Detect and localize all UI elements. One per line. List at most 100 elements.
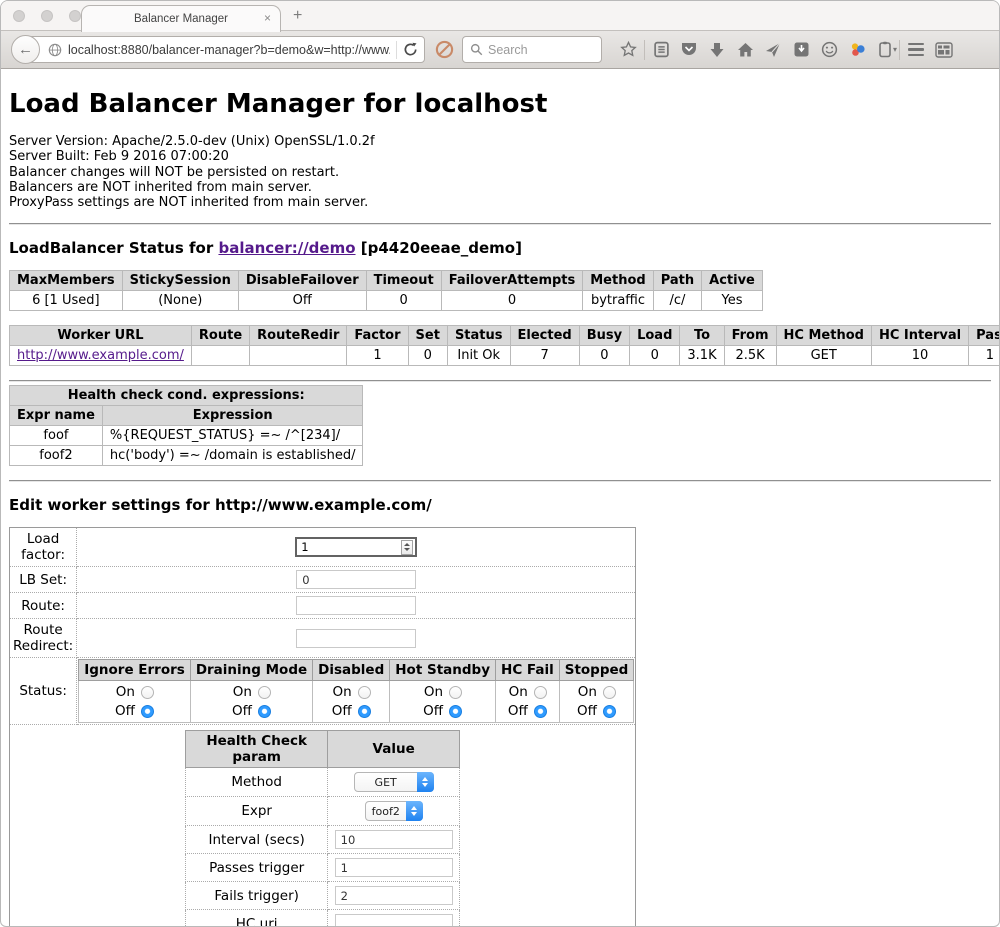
edit-worker-heading: Edit worker settings for http://www.exam… bbox=[9, 496, 991, 514]
hc-uri-input[interactable] bbox=[335, 914, 453, 927]
col-disablefailover: DisableFailover bbox=[238, 271, 366, 291]
caret-down-icon[interactable]: ▾ bbox=[893, 45, 897, 54]
expr-select[interactable]: foof2 bbox=[365, 801, 423, 821]
star-icon[interactable] bbox=[614, 36, 642, 64]
stopped-off-radio[interactable] bbox=[603, 705, 616, 718]
draining-mode-on-radio[interactable] bbox=[258, 686, 271, 699]
edit-worker-form: Load factor: 1 LB Set: Route: bbox=[9, 527, 636, 927]
cell-set: 0 bbox=[408, 346, 447, 366]
reload-icon[interactable] bbox=[403, 42, 418, 57]
passes-input[interactable] bbox=[335, 858, 453, 877]
reading-list-icon[interactable] bbox=[647, 36, 675, 64]
tiles-icon[interactable] bbox=[930, 36, 958, 64]
draining-mode-off-radio[interactable] bbox=[258, 705, 271, 718]
hc-expressions-table: Health check cond. expressions: Expr nam… bbox=[9, 385, 363, 466]
tab-balancer-manager[interactable]: Balancer Manager × bbox=[81, 5, 281, 32]
col-ignore-errors: Ignore Errors bbox=[79, 660, 191, 681]
worker-url-link[interactable]: http://www.example.com/ bbox=[17, 348, 184, 363]
save-icon[interactable] bbox=[787, 36, 815, 64]
back-button[interactable]: ← bbox=[11, 35, 40, 64]
cell-elected: 7 bbox=[510, 346, 579, 366]
col-path: Path bbox=[653, 271, 701, 291]
close-window-button[interactable] bbox=[13, 10, 25, 22]
lb-set-input[interactable] bbox=[296, 570, 416, 589]
hot-standby-off-radio[interactable] bbox=[449, 705, 462, 718]
smiley-icon[interactable] bbox=[815, 36, 843, 64]
col-hc-value: Value bbox=[328, 731, 460, 768]
col-hot-standby: Hot Standby bbox=[390, 660, 496, 681]
load-factor-label: Load factor: bbox=[10, 528, 77, 567]
method-select[interactable]: GET bbox=[354, 772, 434, 792]
hot-standby-on-radio[interactable] bbox=[449, 686, 462, 699]
col-hc-method: HC Method bbox=[776, 326, 871, 346]
hc-row-passes: Passes trigger bbox=[186, 854, 460, 882]
home-icon[interactable] bbox=[731, 36, 759, 64]
off-label: Off bbox=[423, 703, 443, 719]
col-elected: Elected bbox=[510, 326, 579, 346]
send-icon[interactable] bbox=[759, 36, 787, 64]
window-controls bbox=[13, 10, 81, 22]
route-redirect-input[interactable] bbox=[296, 629, 416, 648]
menu-icon[interactable] bbox=[902, 36, 930, 64]
hc-row-method: Method GET bbox=[186, 768, 460, 797]
status-header-row: Ignore Errors Draining Mode Disabled Hot… bbox=[79, 660, 634, 681]
cell-method: bytraffic bbox=[583, 291, 653, 311]
cell-expr-name: foof2 bbox=[10, 446, 103, 466]
tab-close-icon[interactable]: × bbox=[264, 11, 271, 25]
minimize-window-button[interactable] bbox=[41, 10, 53, 22]
disabled-on-radio[interactable] bbox=[358, 686, 371, 699]
number-spinner-icon[interactable] bbox=[401, 540, 413, 555]
col-routeredir: RouteRedir bbox=[250, 326, 347, 346]
cell-from: 2.5K bbox=[724, 346, 776, 366]
col-load: Load bbox=[630, 326, 680, 346]
col-route: Route bbox=[191, 326, 249, 346]
hc-params-table: Health Check param Value Method GET bbox=[185, 730, 460, 927]
on-label: On bbox=[578, 684, 597, 700]
hc-fail-off-radio[interactable] bbox=[534, 705, 547, 718]
disabled-off-radio[interactable] bbox=[358, 705, 371, 718]
off-label: Off bbox=[115, 703, 135, 719]
zoom-window-button[interactable] bbox=[69, 10, 81, 22]
load-factor-input[interactable]: 1 bbox=[295, 537, 417, 557]
proxypass-note-line: ProxyPass settings are NOT inherited fro… bbox=[9, 195, 991, 210]
ignore-errors-off-radio[interactable] bbox=[141, 705, 154, 718]
hc-row-uri: HC uri bbox=[186, 910, 460, 927]
col-method: Method bbox=[583, 271, 653, 291]
col-timeout: Timeout bbox=[366, 271, 441, 291]
balancer-heading-prefix: LoadBalancer Status for bbox=[9, 239, 218, 257]
hc-uri-label: HC uri bbox=[186, 910, 328, 927]
url-divider bbox=[396, 41, 397, 59]
table-header-row: MaxMembers StickySession DisableFailover… bbox=[10, 271, 763, 291]
balancer-link[interactable]: balancer://demo bbox=[218, 239, 355, 257]
download-icon[interactable] bbox=[703, 36, 731, 64]
url-bar[interactable]: localhost:8880/balancer-manager?b=demo&w… bbox=[25, 36, 425, 63]
pocket-icon[interactable] bbox=[675, 36, 703, 64]
search-input[interactable] bbox=[488, 43, 588, 57]
passes-label: Passes trigger bbox=[186, 854, 328, 882]
cell-to: 3.1K bbox=[680, 346, 724, 366]
worker-table: Worker URL Route RouteRedir Factor Set S… bbox=[9, 325, 1000, 366]
hc-fail-on-radio[interactable] bbox=[534, 686, 547, 699]
url-text[interactable]: localhost:8880/balancer-manager?b=demo&w… bbox=[68, 43, 390, 57]
toolbar-divider bbox=[899, 40, 900, 60]
col-passes: Passes bbox=[969, 326, 1000, 346]
on-label: On bbox=[233, 684, 252, 700]
fails-input[interactable] bbox=[335, 886, 453, 905]
search-bar[interactable] bbox=[462, 36, 602, 63]
ignore-errors-on-radio[interactable] bbox=[141, 686, 154, 699]
status-label: Status: bbox=[10, 658, 77, 725]
stopped-on-radio[interactable] bbox=[603, 686, 616, 699]
cell-busy: 0 bbox=[579, 346, 629, 366]
off-label: Off bbox=[332, 703, 352, 719]
colored-dots-icon[interactable] bbox=[843, 36, 871, 64]
on-label: On bbox=[424, 684, 443, 700]
interval-input[interactable] bbox=[335, 830, 453, 849]
balancer-heading-suffix: [p4420eeae_demo] bbox=[356, 239, 522, 257]
new-tab-button[interactable]: + bbox=[293, 7, 302, 25]
cell-factor: 1 bbox=[347, 346, 408, 366]
col-worker-url: Worker URL bbox=[10, 326, 192, 346]
blocked-plugin-icon[interactable] bbox=[435, 40, 454, 59]
route-input[interactable] bbox=[296, 596, 416, 615]
select-stepper-icon bbox=[417, 772, 434, 792]
cell-expression: %{REQUEST_STATUS} =~ /^[234]/ bbox=[102, 426, 363, 446]
